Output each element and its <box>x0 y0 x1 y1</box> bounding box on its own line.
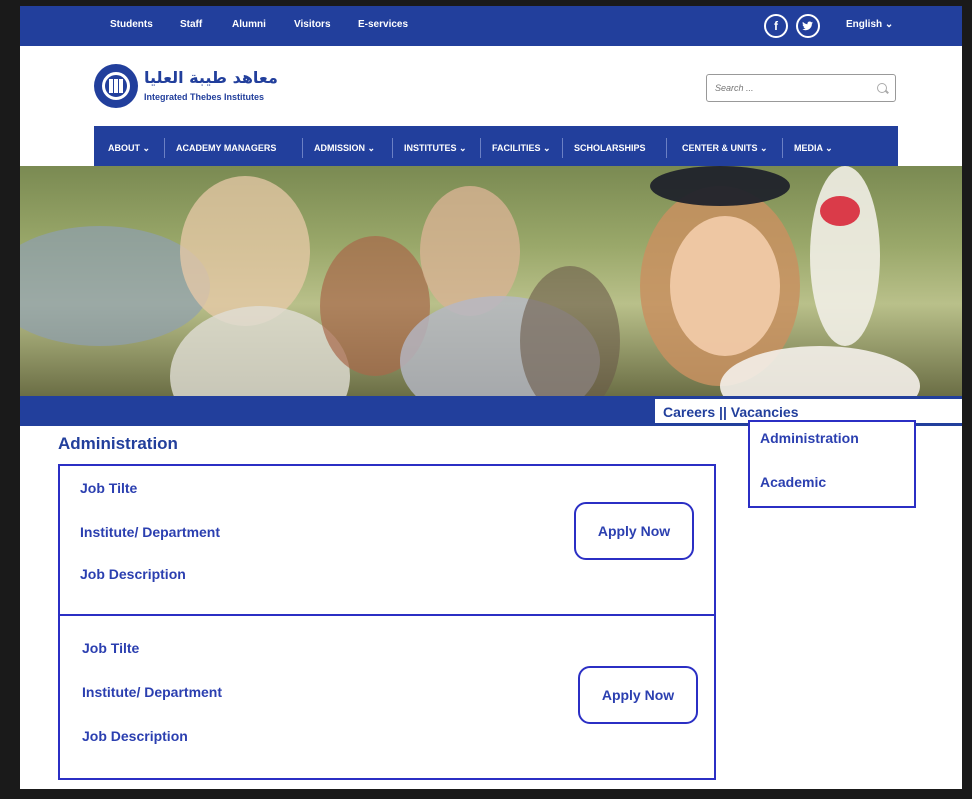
section-title: Administration <box>58 434 178 453</box>
hero-image <box>20 166 962 396</box>
nav-institutes[interactable]: INSTITUTES ⌄ <box>404 126 467 170</box>
job-title: Job Tilte <box>82 640 140 656</box>
search-icon[interactable] <box>877 83 887 93</box>
nav-scholarships[interactable]: SCHOLARSHIPS <box>574 126 646 170</box>
vacancies-dropdown: Administration Academic <box>748 420 916 508</box>
apply-now-button[interactable]: Apply Now <box>578 666 698 724</box>
job-description: Job Description <box>82 728 188 744</box>
search-input[interactable] <box>715 80 865 96</box>
dropdown-item-administration[interactable]: Administration <box>760 430 859 446</box>
dropdown-item-academic[interactable]: Academic <box>760 474 826 490</box>
job-title: Job Tilte <box>80 480 138 496</box>
toplink-staff[interactable]: Staff <box>180 19 202 30</box>
nav-center-units[interactable]: CENTER & UNITS ⌄ <box>682 126 768 170</box>
logo-emblem-icon <box>94 64 138 108</box>
language-selector[interactable]: English ⌄ <box>846 19 893 30</box>
job-description: Job Description <box>80 566 186 582</box>
toplink-visitors[interactable]: Visitors <box>294 19 331 30</box>
browser-frame: Students Staff Alumni Visitors E-service… <box>6 6 966 793</box>
toplink-alumni[interactable]: Alumni <box>232 19 266 30</box>
facebook-icon[interactable]: f <box>764 14 788 38</box>
job-card: Job Tilte Institute/ Department Job Desc… <box>58 464 716 616</box>
top-bar: Students Staff Alumni Visitors E-service… <box>20 6 962 46</box>
logo-english-text: Integrated Thebes Institutes <box>144 92 265 102</box>
toplink-eservices[interactable]: E-services <box>358 19 408 30</box>
nav-media[interactable]: MEDIA ⌄ <box>794 126 833 170</box>
search-box <box>706 74 896 102</box>
logo-arabic-text: معاهد طيبة العليا <box>144 68 278 87</box>
toplink-students[interactable]: Students <box>110 19 153 30</box>
nav-facilities[interactable]: FACILITIES ⌄ <box>492 126 551 170</box>
nav-about[interactable]: ABOUT ⌄ <box>108 126 150 170</box>
job-department: Institute/ Department <box>82 684 223 700</box>
careers-label: Careers || Vacancies <box>663 404 799 420</box>
nav-academy-managers[interactable]: ACADEMY MANAGERS <box>176 126 276 170</box>
job-department: Institute/ Department <box>80 524 221 540</box>
site-logo[interactable]: معاهد طيبة العليا Integrated Thebes Inst… <box>94 64 278 110</box>
twitter-icon[interactable] <box>796 14 820 38</box>
apply-now-button[interactable]: Apply Now <box>574 502 694 560</box>
nav-admission[interactable]: ADMISSION ⌄ <box>314 126 375 170</box>
job-card: Job Tilte Institute/ Department Job Desc… <box>58 614 716 780</box>
main-nav: ABOUT ⌄ ACADEMY MANAGERS ADMISSION ⌄ INS… <box>94 126 898 170</box>
